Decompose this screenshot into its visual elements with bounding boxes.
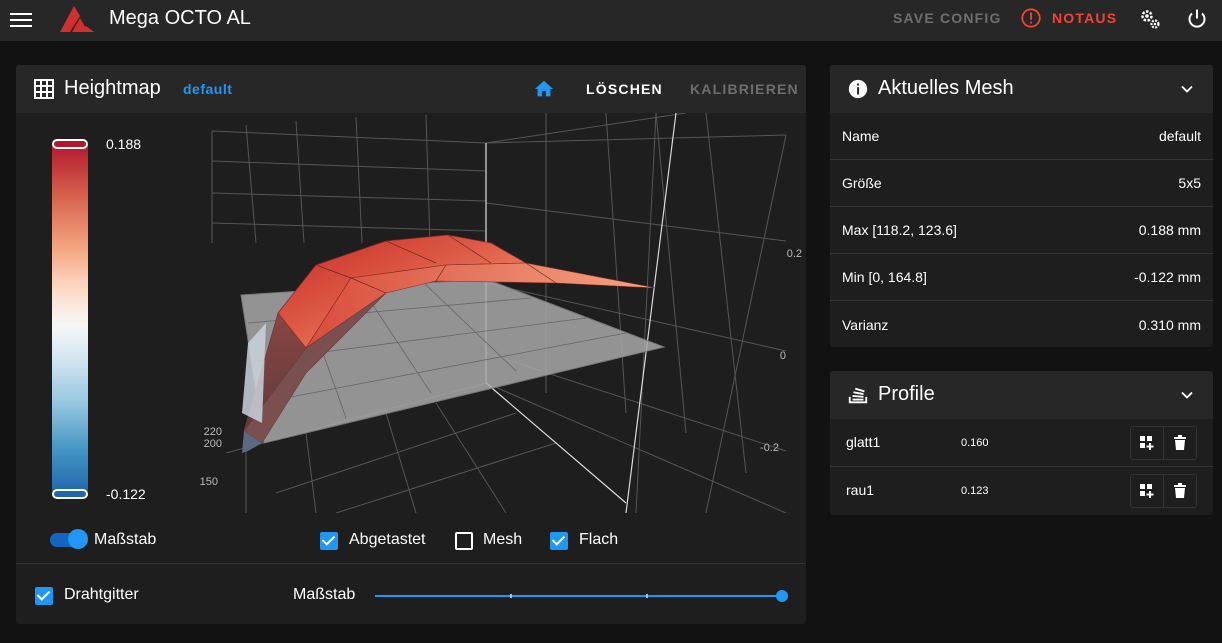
color-scale-max-label: 0.188: [106, 136, 142, 152]
scale-toggle-label: Maßstab: [94, 531, 157, 548]
emergency-stop-button[interactable]: NOTAUS: [1020, 7, 1117, 29]
trash-icon: [1173, 435, 1186, 450]
divider: [16, 563, 806, 564]
profile-value: 0.160: [961, 437, 989, 449]
color-scale-min-handle[interactable]: [52, 489, 88, 499]
mesh-info-row: Größe 5x5: [830, 160, 1213, 207]
profile-value: 0.123: [961, 485, 989, 497]
mesh-info-list: Name default Größe 5x5 Max [118.2, 123.6…: [830, 113, 1213, 347]
scale-slider-tick: [510, 594, 512, 598]
calibrate-button[interactable]: KALIBRIEREN: [690, 81, 799, 97]
color-scale-max-handle[interactable]: [52, 139, 88, 149]
axis-tick-label: 0: [780, 350, 786, 362]
plot-controls-row: Maßstab Abgetastet Mesh Flach: [16, 525, 806, 555]
scale-slider-thumb[interactable]: [776, 590, 788, 602]
mesh-info-key: Größe: [842, 175, 882, 191]
axis-tick-label: 0.2: [787, 248, 802, 260]
load-profile-button[interactable]: [1131, 427, 1164, 459]
profile-name: rau1: [846, 482, 875, 498]
axis-tick-label: -0.2: [760, 442, 779, 454]
mesh-info-row: Max [118.2, 123.6] 0.188 mm: [830, 207, 1213, 254]
scale-slider-label: Maßstab: [293, 586, 356, 603]
checkbox-flat-label: Flach: [579, 531, 619, 548]
profile-row: rau1 0.123: [830, 467, 1213, 515]
checkbox-wireframe[interactable]: [35, 587, 53, 605]
load-profile-button[interactable]: [1131, 475, 1164, 507]
profiles-header[interactable]: Profile: [830, 371, 1213, 419]
delete-profile-button[interactable]: [1164, 427, 1197, 459]
mesh-info-value: -0.122 mm: [1134, 269, 1201, 285]
plot-options-row: Drahtgitter Maßstab: [16, 580, 806, 610]
mesh-info-value: 0.188 mm: [1138, 222, 1201, 238]
grid-plus-icon: [1139, 484, 1154, 498]
power-icon[interactable]: [1185, 7, 1209, 31]
current-mesh-card: Aktuelles Mesh Name default Größe 5x5 Ma…: [830, 65, 1213, 347]
heightmap-plot[interactable]: 0.188 -0.122 0.2 0 -0.2 220 200 150: [16, 113, 806, 513]
profiles-card: Profile glatt1 0.160 rau1 0.123: [830, 371, 1213, 515]
heightmap-header: Heightmap default LÖSCHEN KALIBRIEREN: [16, 65, 806, 113]
checkbox-sampled[interactable]: [320, 532, 338, 550]
axis-tick-label: 200: [204, 438, 222, 450]
grid-icon: [34, 79, 54, 99]
color-scale-bar: [52, 143, 88, 493]
mesh-info-key: Max [118.2, 123.6]: [842, 222, 957, 238]
heightmap-card: Heightmap default LÖSCHEN KALIBRIEREN 0.…: [16, 65, 806, 624]
mesh-info-row: Varianz 0.310 mm: [830, 301, 1213, 347]
mesh-info-key: Varianz: [842, 316, 889, 333]
home-icon[interactable]: [533, 78, 555, 100]
menu-icon[interactable]: [10, 10, 32, 30]
current-mesh-title: Aktuelles Mesh: [878, 77, 1014, 99]
mesh-info-value: 0.310 mm: [1138, 316, 1201, 333]
delete-profile-button[interactable]: [1164, 475, 1197, 507]
profile-row: glatt1 0.160: [830, 419, 1213, 467]
profile-actions: [1130, 474, 1197, 508]
mesh-info-key: Min [0, 164.8]: [842, 269, 927, 285]
color-scale-min-label: -0.122: [106, 486, 146, 502]
mesh-info-value: default: [1158, 128, 1201, 144]
checkbox-mesh[interactable]: [455, 532, 473, 550]
scale-toggle[interactable]: [50, 529, 88, 549]
chevron-down-icon[interactable]: [1177, 79, 1197, 99]
profile-name: glatt1: [846, 434, 881, 450]
emergency-stop-label: NOTAUS: [1052, 10, 1118, 26]
app-title: Mega OCTO AL: [109, 7, 251, 29]
clear-mesh-button[interactable]: LÖSCHEN: [586, 81, 663, 97]
alert-icon: [1021, 8, 1041, 28]
scale-slider-track[interactable]: [375, 595, 783, 597]
grid-plus-icon: [1139, 436, 1154, 450]
stack-icon: [848, 387, 868, 404]
current-mesh-header[interactable]: Aktuelles Mesh: [830, 65, 1213, 113]
checkbox-sampled-label: Abgetastet: [349, 531, 426, 548]
profiles-title: Profile: [878, 383, 935, 405]
mesh-info-row: Name default: [830, 113, 1213, 160]
profile-actions: [1130, 426, 1197, 460]
axis-tick-label: 150: [200, 476, 218, 488]
info-icon: [848, 79, 868, 99]
logo-icon: [60, 6, 94, 32]
axis-tick-label: 220: [204, 426, 222, 438]
cogs-icon[interactable]: [1138, 7, 1162, 31]
app-bar: Mega OCTO AL SAVE CONFIG NOTAUS: [0, 0, 1222, 41]
heightmap-profile-name: default: [183, 81, 233, 97]
mesh-info-key: Name: [842, 128, 880, 144]
save-config-button[interactable]: SAVE CONFIG: [893, 10, 1002, 26]
scale-slider-tick: [646, 594, 648, 598]
heightmap-title: Heightmap: [64, 77, 161, 99]
mesh-info-row: Min [0, 164.8] -0.122 mm: [830, 254, 1213, 301]
checkbox-flat[interactable]: [550, 532, 568, 550]
trash-icon: [1173, 483, 1186, 498]
mesh-info-value: 5x5: [1178, 175, 1201, 191]
chevron-down-icon[interactable]: [1177, 385, 1197, 405]
checkbox-mesh-label: Mesh: [483, 531, 523, 548]
checkbox-wireframe-label: Drahtgitter: [64, 586, 139, 603]
surface-3d-plot[interactable]: 0.2 0 -0.2 220 200 150: [186, 113, 806, 513]
